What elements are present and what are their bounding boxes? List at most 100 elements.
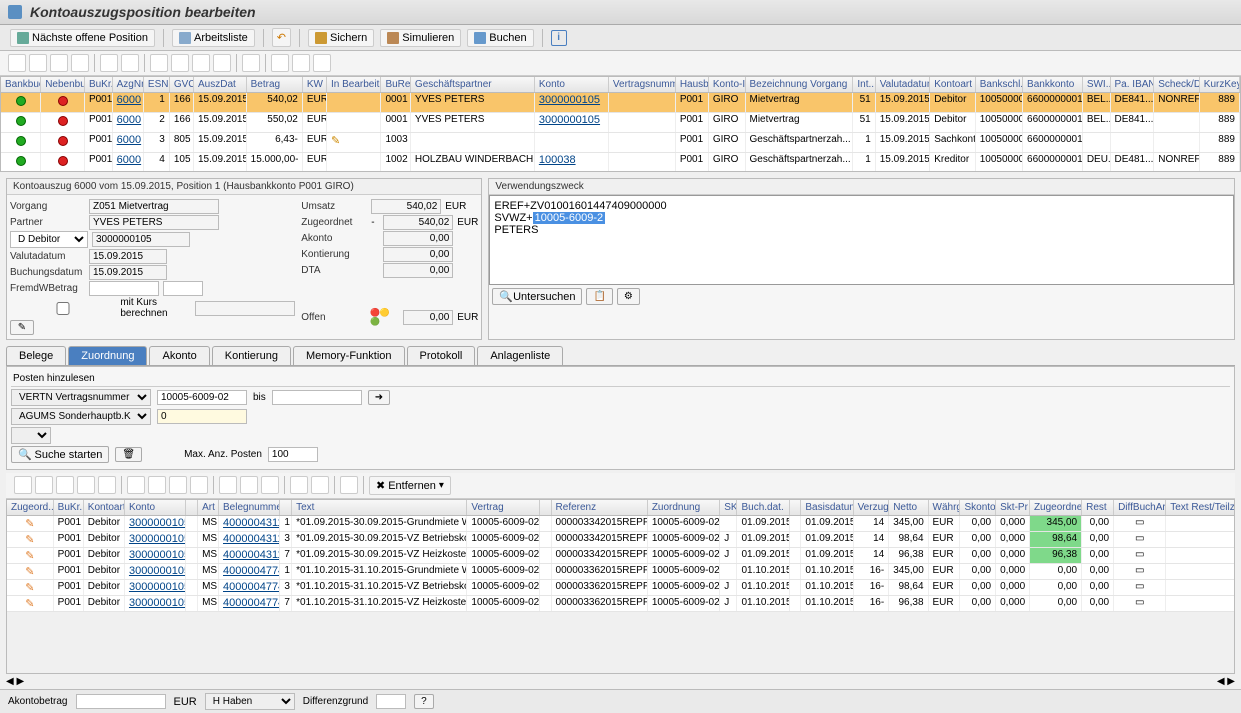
grid-tool-icon[interactable] [77, 476, 95, 494]
item-row[interactable]: ✎P001Debitor3000000105MS40000043113*01.0… [7, 532, 1235, 548]
item-row[interactable]: ✎P001Debitor3000000105MS40000047741*01.1… [7, 564, 1235, 580]
grid-tool-icon[interactable] [311, 476, 329, 494]
search-start-button[interactable]: 🔍 Suche starten [11, 446, 109, 463]
scroll-left[interactable]: ◀ ▶ [6, 676, 24, 687]
grid-tool-icon[interactable] [121, 54, 139, 72]
search-val-1[interactable] [157, 390, 247, 405]
grid-tool-icon[interactable] [50, 54, 68, 72]
grid-tool-icon[interactable] [290, 476, 308, 494]
grid-tool-icon[interactable] [190, 476, 208, 494]
akonto-amount-field[interactable] [76, 694, 166, 709]
worklist-button[interactable]: Arbeitsliste [172, 29, 255, 47]
grid-tool-icon[interactable] [14, 476, 32, 494]
grid-tool-icon[interactable] [292, 54, 310, 72]
next-open-button[interactable]: Nächste offene Position [10, 29, 155, 47]
grid-tool-icon[interactable] [56, 476, 74, 494]
fw-cur-field[interactable] [163, 281, 203, 296]
detail-action-button[interactable]: ✎ [10, 320, 34, 335]
usage-text[interactable]: EREF+ZV01001601447409000000 SVWZ+10005-6… [489, 195, 1234, 285]
grid-tool-icon[interactable] [100, 54, 118, 72]
bottom-bar: Akontobetrag EUR H Haben Differenzgrund … [0, 689, 1241, 713]
tab-anlagenliste[interactable]: Anlagenliste [477, 346, 563, 365]
grid-tool-icon[interactable] [29, 54, 47, 72]
statement-row[interactable]: P0016000116615.09.2015540,02EUR0001YVES … [1, 93, 1240, 113]
simulate-button[interactable]: Simulieren [380, 29, 461, 47]
zug-label: Zugeordnet [301, 217, 367, 228]
usage-copy-button[interactable]: 📋 [586, 288, 612, 305]
statement-row[interactable]: P0016000380515.09.20156,43-EUR✎1003P001G… [1, 133, 1240, 153]
grid-tool-icon[interactable] [71, 54, 89, 72]
undo-icon: ↶ [277, 31, 286, 44]
buchdat-field[interactable] [89, 265, 167, 280]
tab-memory-funktion[interactable]: Memory-Funktion [293, 346, 405, 365]
zug-cur: EUR [457, 217, 478, 228]
grid-tool-icon[interactable] [271, 54, 289, 72]
item-row[interactable]: ✎P001Debitor3000000105MS40000043117*01.0… [7, 548, 1235, 564]
tab-zuordnung[interactable]: Zuordnung [68, 346, 147, 365]
search-field-3-select[interactable] [11, 427, 51, 444]
grid-tool-icon[interactable] [169, 476, 187, 494]
akonto-label: Akonto [301, 233, 367, 244]
tab-protokoll[interactable]: Protokoll [407, 346, 476, 365]
valuta-label: Valutadatum [10, 251, 85, 262]
search-val-1-to[interactable] [272, 390, 362, 405]
tab-kontierung[interactable]: Kontierung [212, 346, 291, 365]
account-field[interactable] [92, 232, 190, 247]
simulate-icon [387, 32, 399, 44]
diff-field[interactable] [376, 694, 406, 709]
search-val-2[interactable] [157, 409, 247, 424]
partner-field[interactable] [89, 215, 219, 230]
remove-button[interactable]: ✖Entfernen ▾ [369, 476, 451, 495]
search-clear-button[interactable]: 🗑 [115, 447, 142, 462]
undo-button[interactable]: ↶ [272, 28, 291, 47]
diff-label: Differenzgrund [303, 696, 368, 707]
hh-select[interactable]: H Haben [205, 693, 295, 710]
grid-tool-icon[interactable] [98, 476, 116, 494]
item-row[interactable]: ✎P001Debitor3000000105MS40000043111*01.0… [7, 516, 1235, 532]
grid-tool-icon[interactable] [35, 476, 53, 494]
scroll-right[interactable]: ◀ ▶ [1217, 676, 1235, 687]
search-field-1-select[interactable]: VERTN Vertragsnummer [11, 389, 151, 406]
multi-select-button[interactable]: ➜ [368, 390, 390, 405]
grid-tool-icon[interactable] [171, 54, 189, 72]
umsatz-label: Umsatz [301, 201, 367, 212]
grid-tool-icon[interactable] [340, 476, 358, 494]
grid-tool-icon[interactable] [242, 54, 260, 72]
search-icon: 🔍 [499, 291, 513, 303]
grid-tool-icon[interactable] [192, 54, 210, 72]
grid-tool-icon[interactable] [8, 54, 26, 72]
tab-akonto[interactable]: Akonto [149, 346, 209, 365]
grid-tool-icon[interactable] [219, 476, 237, 494]
account-type-select[interactable]: D Debitor [10, 231, 88, 248]
post-button[interactable]: Buchen [467, 29, 533, 47]
fw-field[interactable] [89, 281, 159, 296]
search-field-2-select[interactable]: AGUMS Sonderhauptb.Ke... [11, 408, 151, 425]
diff-help-button[interactable]: ? [414, 694, 434, 709]
item-row[interactable]: ✎P001Debitor3000000105MS40000047743*01.1… [7, 580, 1235, 596]
tab-belege[interactable]: Belege [6, 346, 66, 365]
grid-tool-icon[interactable] [213, 54, 231, 72]
kurs-checkbox[interactable] [10, 302, 116, 315]
next-icon [17, 32, 29, 44]
grid-tool-icon[interactable] [150, 54, 168, 72]
usage-settings-button[interactable]: ⚙ [617, 288, 640, 305]
traffic-light-icon: 🔴🟡🟢 [370, 308, 399, 326]
grid-tool-icon[interactable] [313, 54, 331, 72]
usage-line: PETERS [494, 224, 1229, 236]
umsatz-field [371, 199, 441, 214]
grid-tool-icon[interactable] [127, 476, 145, 494]
grid-tool-icon[interactable] [148, 476, 166, 494]
statement-row[interactable]: P0016000410515.09.201515.000,00-EUR1002H… [1, 153, 1240, 172]
valuta-field[interactable] [89, 249, 167, 264]
grid-tool-icon[interactable] [240, 476, 258, 494]
info-button[interactable]: i [551, 30, 567, 46]
item-row[interactable]: ✎P001Debitor3000000105MS40000047747*01.1… [7, 596, 1235, 612]
statement-row[interactable]: P0016000216615.09.2015550,02EUR0001YVES … [1, 113, 1240, 133]
post-icon [474, 32, 486, 44]
vorgang-field[interactable] [89, 199, 219, 214]
save-button[interactable]: Sichern [308, 29, 374, 47]
investigate-button[interactable]: 🔍Untersuchen [492, 288, 582, 305]
max-posten-field[interactable] [268, 447, 318, 462]
grid-tool-icon[interactable] [261, 476, 279, 494]
kurs-field[interactable] [195, 301, 295, 316]
